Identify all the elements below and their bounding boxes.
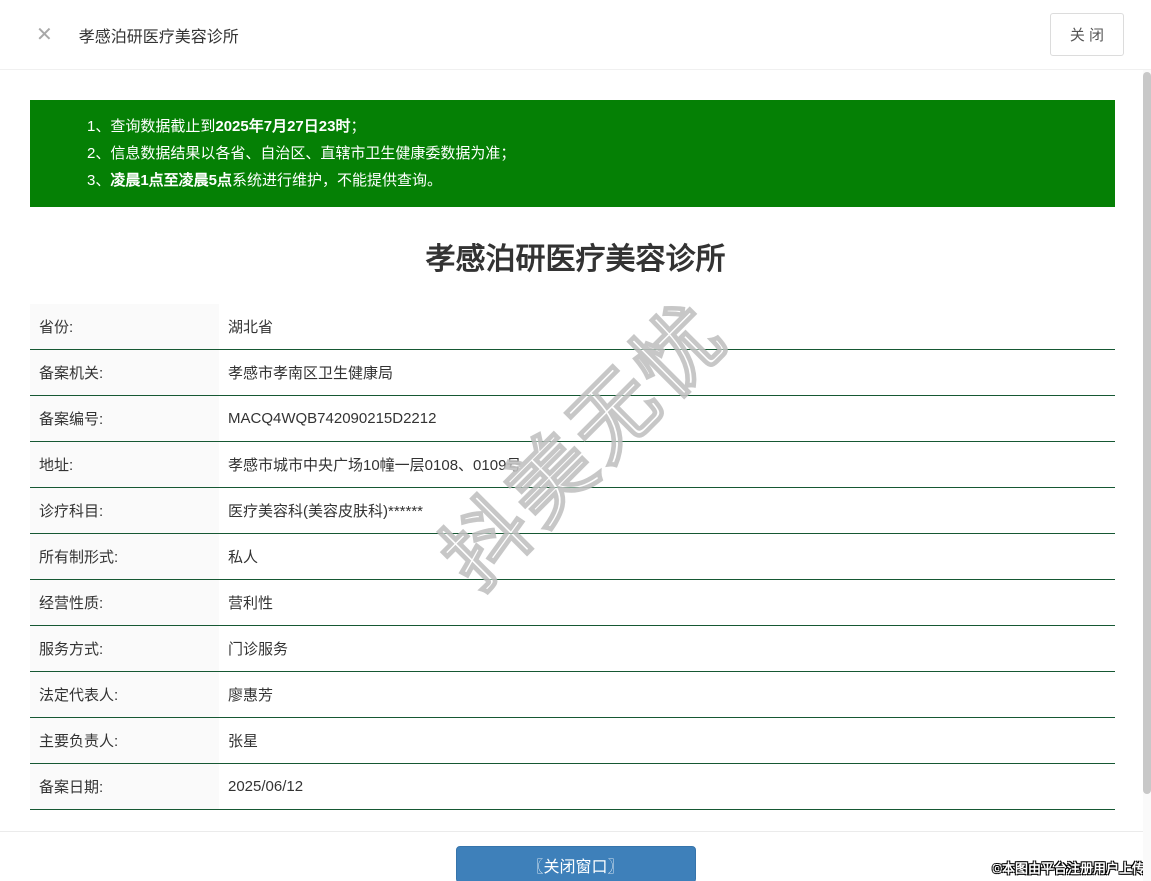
scrollbar[interactable] [1143, 70, 1151, 881]
table-row-filing-date: 备案日期: 2025/06/12 [30, 764, 1115, 810]
table-row-address: 地址: 孝感市城市中央广场10幢一层0108、0109号 [30, 442, 1115, 488]
table-row-filing-number: 备案编号: MACQ4WQB742090215D2212 [30, 396, 1115, 442]
field-value: 张星 [228, 733, 259, 750]
field-label: 经营性质: [30, 580, 219, 625]
field-label: 地址: [30, 442, 219, 487]
scrollbar-thumb[interactable] [1143, 72, 1151, 794]
field-value: 孝感市城市中央广场10幢一层0108、0109号 [228, 457, 522, 474]
field-label: 诊疗科目: [30, 488, 219, 533]
close-window-button[interactable]: 〖关闭窗口〗 [455, 846, 696, 881]
field-value: 门诊服务 [228, 641, 289, 658]
field-label: 省份: [30, 304, 219, 349]
field-value: 营利性 [228, 595, 274, 612]
field-value: MACQ4WQB742090215D2212 [228, 410, 437, 427]
field-label: 所有制形式: [30, 534, 219, 579]
notice-line-1: 1、查询数据截止到2025年7月27日23时； [87, 118, 366, 135]
field-value: 湖北省 [228, 319, 274, 336]
detail-table: 省份: 湖北省 备案机关: 孝感市孝南区卫生健康局 备案编号: MACQ4WQB… [30, 304, 1115, 810]
table-row-person-in-charge: 主要负责人: 张星 [30, 718, 1115, 764]
table-row-medical-subjects: 诊疗科目: 医疗美容科(美容皮肤科)****** [30, 488, 1115, 534]
field-label: 主要负责人: [30, 718, 219, 763]
notice-box: 1、查询数据截止到2025年7月27日23时； 2、信息数据结果以各省、自治区、… [30, 100, 1115, 207]
table-row-ownership: 所有制形式: 私人 [30, 534, 1115, 580]
table-row-filing-authority: 备案机关: 孝感市孝南区卫生健康局 [30, 350, 1115, 396]
page-title: 孝感泊研医疗美容诊所 [425, 243, 726, 276]
field-label: 备案编号: [30, 396, 219, 441]
field-value: 医疗美容科(美容皮肤科)****** [228, 503, 424, 520]
copyright-stamp: ©本图由平台注册用户上传 [992, 861, 1145, 876]
field-label: 法定代表人: [30, 672, 219, 717]
table-row-legal-representative: 法定代表人: 廖惠芳 [30, 672, 1115, 718]
field-value: 2025/06/12 [228, 778, 304, 795]
notice-line-3: 3、凌晨1点至凌晨5点系统进行维护，不能提供查询。 [87, 172, 443, 189]
notice-line-2: 2、信息数据结果以各省、自治区、直辖市卫生健康委数据为准； [87, 145, 516, 162]
table-row-service-mode: 服务方式: 门诊服务 [30, 626, 1115, 672]
footer-actions: 〖关闭窗口〗 [0, 832, 1151, 881]
field-value: 孝感市孝南区卫生健康局 [228, 365, 394, 382]
close-button[interactable]: 关 闭 [1049, 13, 1124, 56]
close-x-icon[interactable]: ✕ [36, 25, 53, 45]
table-row-province: 省份: 湖北省 [30, 304, 1115, 350]
field-label: 备案日期: [30, 764, 219, 809]
field-label: 备案机关: [30, 350, 219, 395]
table-row-business-nature: 经营性质: 营利性 [30, 580, 1115, 626]
field-value: 私人 [228, 549, 259, 566]
window-title: 孝感泊研医疗美容诊所 [78, 28, 239, 46]
field-value: 廖惠芳 [228, 687, 274, 704]
window-titlebar: ✕ 孝感泊研医疗美容诊所 关 闭 [0, 0, 1151, 70]
field-label: 服务方式: [30, 626, 219, 671]
